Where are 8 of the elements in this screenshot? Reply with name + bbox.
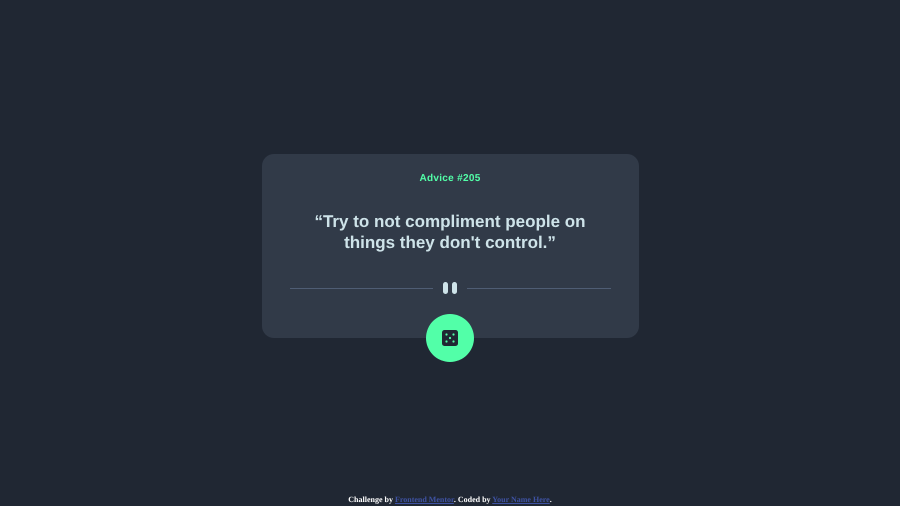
pause-icon <box>443 282 457 294</box>
dice-button[interactable] <box>426 314 474 362</box>
advice-quote: “Try to not compliment people on things they don't control.” <box>313 211 587 253</box>
attribution-link[interactable]: Your Name Here <box>492 495 550 504</box>
attribution-text: Challenge by Frontend Mentor. Coded by Your Name Here. <box>347 495 553 506</box>
advice-number: Advice #205 <box>419 173 481 184</box>
attribution-link[interactable]: Frontend Mentor <box>394 495 454 504</box>
dice-icon <box>442 330 458 346</box>
